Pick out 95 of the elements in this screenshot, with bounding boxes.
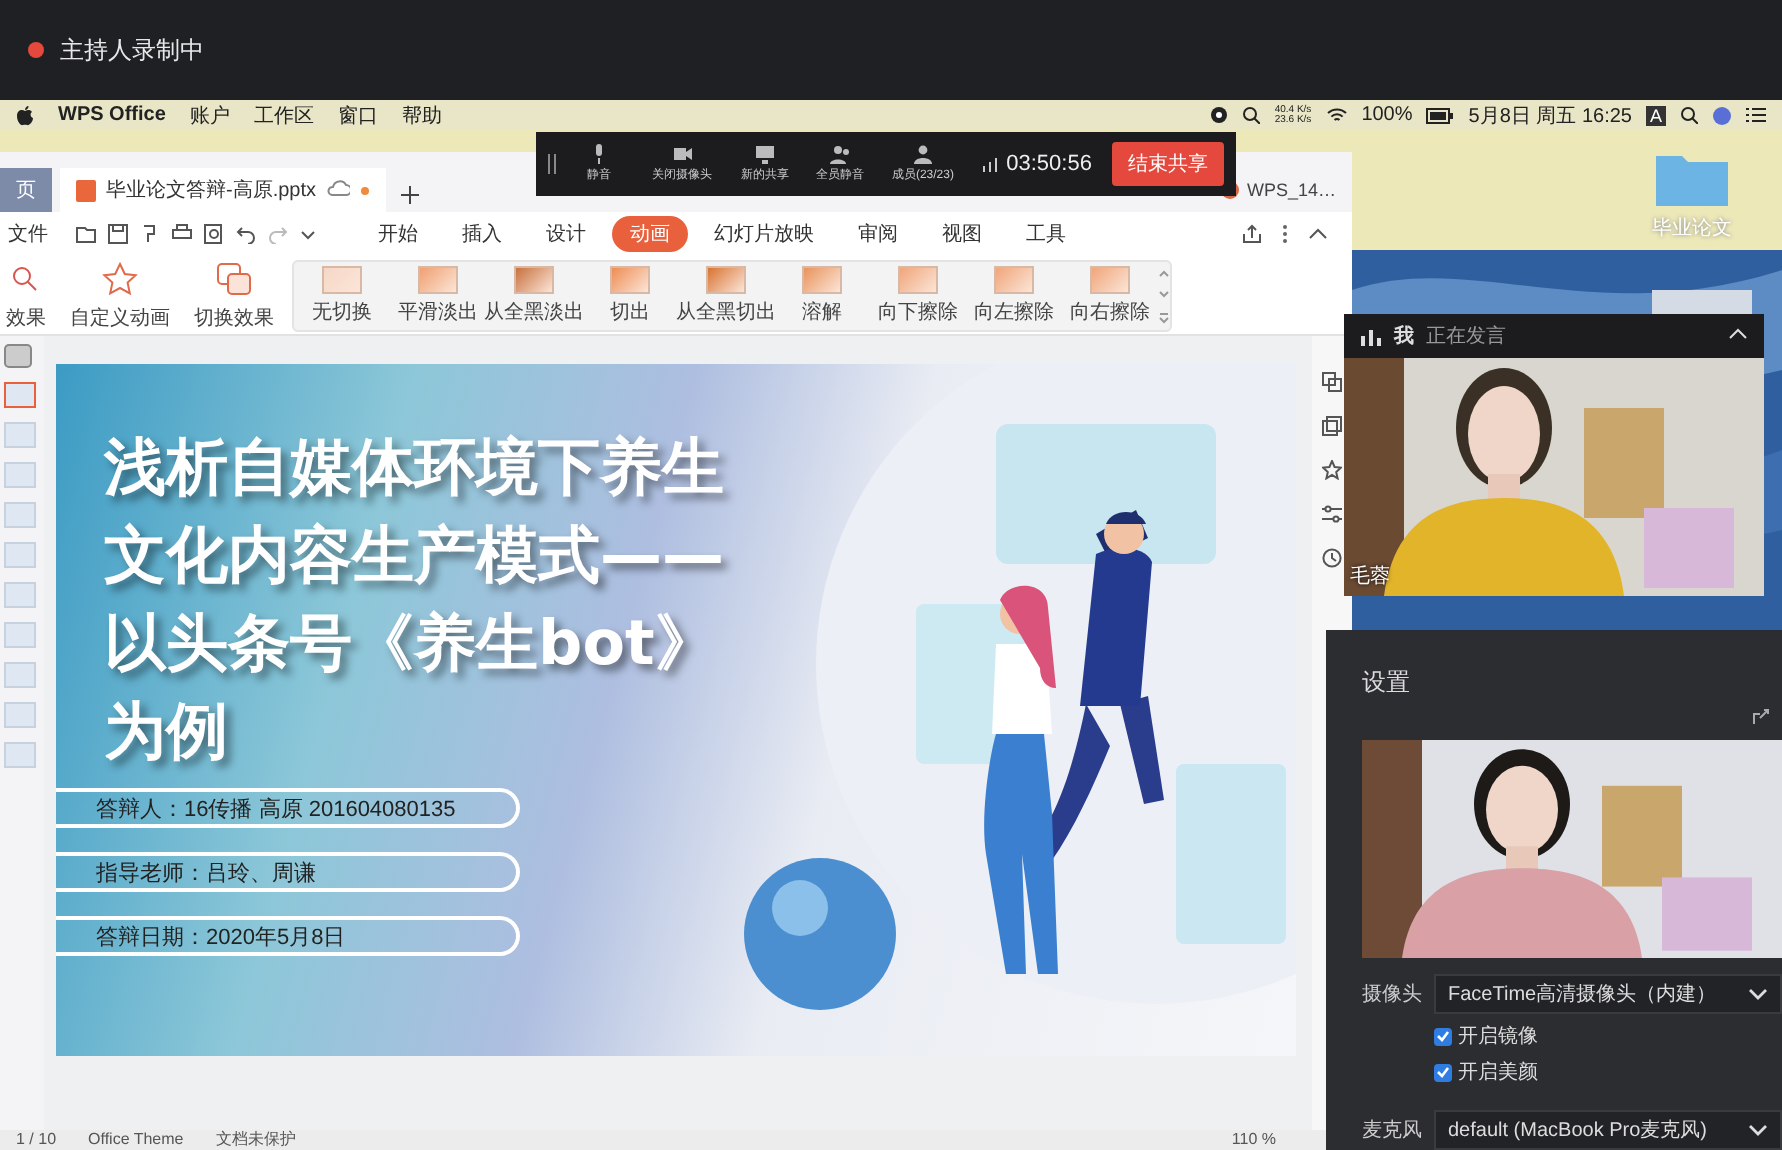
slide-thumbnail[interactable]	[4, 702, 36, 728]
more-icon	[1282, 224, 1288, 244]
star-icon	[100, 259, 140, 299]
history-icon	[1322, 548, 1342, 568]
list-icon	[1746, 106, 1766, 124]
info-label: 答辩日期：2020年5月8日	[56, 916, 520, 956]
search-icon	[1242, 106, 1261, 124]
file-menu[interactable]: 文件	[8, 220, 48, 248]
ribbon-tab[interactable]: 审阅	[840, 216, 916, 252]
share-icon	[1242, 224, 1262, 244]
record-icon	[1210, 106, 1229, 124]
ribbon-button[interactable]: 切换效果	[188, 259, 280, 331]
drag-handle[interactable]	[548, 154, 556, 174]
transition-thumbnail	[994, 265, 1034, 293]
slide-thumbnail[interactable]	[4, 582, 36, 608]
document-tab[interactable]: 毕业论文答辩-高原.pptx	[60, 168, 387, 212]
ribbon-tab[interactable]: 幻灯片放映	[696, 216, 832, 252]
transition-thumbnail	[706, 265, 746, 293]
search-icon	[1680, 106, 1698, 124]
camera-icon	[671, 144, 694, 164]
slide-thumbnail[interactable]	[4, 382, 36, 408]
menu-item[interactable]: 窗口	[337, 101, 378, 129]
transition-option[interactable]: 向下擦除	[870, 265, 966, 325]
ribbon-tab[interactable]: 视图	[924, 216, 1000, 252]
end-share-button[interactable]: 结束共享	[1111, 142, 1224, 186]
save-icon	[108, 224, 128, 244]
transition-thumbnail	[898, 265, 938, 293]
ribbon-tab[interactable]: 工具	[1008, 216, 1084, 252]
wifi-icon	[1325, 106, 1348, 124]
redo-icon	[268, 224, 288, 244]
folder-icon	[76, 224, 96, 244]
person-icon	[911, 144, 934, 164]
transition-thumbnail	[1090, 265, 1130, 293]
transition-option[interactable]: 切出	[582, 265, 678, 325]
transition-thumbnail	[322, 265, 362, 293]
theme-name: Office Theme	[88, 1130, 184, 1150]
input-source[interactable]: A	[1645, 105, 1666, 125]
page-indicator: 1 / 10	[16, 1130, 57, 1150]
zoom-level[interactable]: 110 %	[1231, 1130, 1276, 1150]
slide-thumbnail[interactable]	[4, 542, 36, 568]
ribbon-tab[interactable]: 插入	[444, 216, 520, 252]
print-icon	[172, 224, 192, 244]
ribbon-tab[interactable]: 开始	[360, 216, 436, 252]
transition-option[interactable]: 向左擦除	[966, 265, 1062, 325]
copy-icon	[1322, 416, 1342, 436]
undo-icon	[236, 224, 256, 244]
transition-thumbnail	[610, 265, 650, 293]
slides-file-icon	[76, 179, 96, 201]
menu-item[interactable]: 帮助	[401, 101, 442, 129]
people-icon	[829, 144, 852, 164]
recording-status: 主持人录制中	[60, 33, 204, 67]
apple-icon	[16, 105, 34, 125]
slide-title: 浅析自媒体环境下养生 文化内容生产模式—— 以头条号《养生bot》 为例	[104, 430, 724, 772]
preview-icon	[204, 224, 224, 244]
transition-thumbnail	[418, 265, 458, 293]
transition-option[interactable]: 向右擦除	[1062, 265, 1158, 325]
battery-percent: 100%	[1361, 104, 1413, 126]
app-menu[interactable]: WPS Office	[58, 104, 166, 126]
clock: 5月8日 周五 16:25	[1468, 103, 1632, 129]
slide-thumbnail[interactable]	[4, 502, 36, 528]
slide-thumbnail[interactable]	[4, 622, 36, 648]
info-label: 答辩人：16传播 高原 201604080135	[56, 788, 520, 828]
sliders-icon	[1322, 504, 1342, 524]
slide-thumbnail[interactable]	[4, 462, 36, 488]
ribbon-tab[interactable]: 设计	[528, 216, 604, 252]
ribbon-button[interactable]: 效果	[0, 259, 52, 331]
gallery-scroll-icon	[1158, 265, 1170, 325]
ribbon-button[interactable]: 自定义动画	[64, 259, 176, 331]
transition-option[interactable]: 平滑淡出	[390, 265, 486, 325]
slide-thumbnail[interactable]	[4, 662, 36, 688]
menu-item[interactable]: 工作区	[253, 101, 314, 129]
slide-thumbnail[interactable]	[4, 422, 36, 448]
stacked-squares-icon	[214, 259, 254, 299]
monitor-icon	[754, 144, 777, 164]
battery-icon	[1426, 107, 1455, 123]
cloud-icon	[326, 179, 351, 195]
star-icon	[1322, 460, 1342, 480]
transition-thumbnail	[802, 265, 842, 293]
transition-thumbnail	[514, 265, 554, 293]
transition-option[interactable]: 溶解	[774, 265, 870, 325]
slide-thumbnail[interactable]	[4, 742, 36, 768]
switch-icon	[1322, 372, 1342, 392]
transition-option[interactable]: 无切换	[294, 265, 390, 325]
info-label: 指导老师：吕玲、周谦	[56, 852, 520, 892]
protection-status: 文档未保护	[215, 1130, 296, 1150]
transition-option[interactable]: 从全黑切出	[678, 265, 774, 325]
menu-item[interactable]: 账户	[189, 101, 230, 129]
meeting-timer: 03:50:56	[1006, 152, 1092, 176]
siri-icon	[1712, 105, 1732, 125]
recording-dot-icon	[28, 42, 44, 58]
view-toggle-icon	[4, 344, 32, 368]
collapse-icon	[1308, 224, 1328, 244]
unsaved-dot-icon	[360, 185, 371, 195]
signal-icon	[982, 156, 999, 172]
transition-option[interactable]: 从全黑淡出	[486, 265, 582, 325]
